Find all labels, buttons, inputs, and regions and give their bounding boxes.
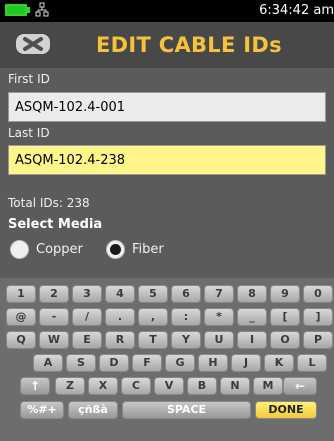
accents-key[interactable]: çñßà [68,401,118,419]
key[interactable]: 9 [270,285,300,303]
key[interactable]: F [132,354,162,372]
key[interactable]: A [33,354,63,372]
done-key[interactable]: DONE [255,401,317,419]
battery-tip-icon [27,7,30,13]
key[interactable]: T [138,331,168,349]
key[interactable]: J [231,354,261,372]
back-button[interactable] [16,34,50,54]
key[interactable]: 7 [204,285,234,303]
fiber-radio[interactable] [106,240,125,259]
key[interactable]: 2 [39,285,69,303]
key[interactable]: P [303,331,333,349]
space-key[interactable]: SPACE [122,401,251,419]
key[interactable]: M [253,377,283,395]
last-id-label: Last ID [8,126,50,140]
key[interactable]: D [99,354,129,372]
status-bar: 6:34:42 am [0,0,334,22]
key[interactable]: V [154,377,184,395]
key[interactable]: N [220,377,250,395]
key[interactable]: Z [55,377,85,395]
key[interactable]: Y [171,331,201,349]
key[interactable]: : [171,308,201,326]
key[interactable]: * [204,308,234,326]
title-bar: EDIT CABLE IDs [0,22,334,68]
total-ids: Total IDs: 238 [8,196,90,210]
key[interactable]: [ [270,308,300,326]
key[interactable]: / [72,308,102,326]
key[interactable]: X [88,377,118,395]
key[interactable]: - [39,308,69,326]
key[interactable]: S [66,354,96,372]
shift-key[interactable]: ↑ [20,377,50,395]
key[interactable]: @ [6,308,36,326]
key[interactable]: , [138,308,168,326]
key[interactable]: B [187,377,217,395]
key[interactable]: R [105,331,135,349]
key[interactable]: 4 [105,285,135,303]
key[interactable]: L [297,354,327,372]
key[interactable]: W [39,331,69,349]
keyboard: 1 2 3 4 5 6 7 8 9 0 @ - /.,: * _[] Q W E R T Y U I O P A S D F G H J K L Z… [0,278,334,441]
fiber-radio-label[interactable]: Fiber [132,242,164,257]
first-id-field[interactable]: ASQM-102.4-001 [8,92,326,122]
network-icon [35,2,49,17]
copper-radio-label[interactable]: Copper [36,242,83,257]
key[interactable]: H [198,354,228,372]
first-id-label: First ID [8,72,50,86]
key[interactable]: K [264,354,294,372]
key[interactable]: O [270,331,300,349]
clock: 6:34:42 am [259,3,334,18]
key[interactable]: 1 [6,285,36,303]
key[interactable]: . [105,308,135,326]
key[interactable]: ] [303,308,333,326]
key[interactable]: 6 [171,285,201,303]
key[interactable]: 8 [237,285,267,303]
key[interactable]: 5 [138,285,168,303]
key[interactable]: G [165,354,195,372]
back-x-icon [23,37,43,51]
page-title: EDIT CABLE IDs [96,33,282,57]
key[interactable]: 3 [72,285,102,303]
key[interactable]: U [204,331,234,349]
key[interactable]: I [237,331,267,349]
key[interactable]: 0 [303,285,333,303]
key[interactable]: E [72,331,102,349]
last-id-field[interactable]: ASQM-102.4-238 [8,145,326,175]
key[interactable]: Q [6,331,36,349]
key[interactable]: _ [237,308,267,326]
copper-radio[interactable] [10,240,29,259]
battery-icon [5,4,27,16]
symbols-key[interactable]: %#+ [20,401,64,419]
backspace-key[interactable]: ← [283,377,317,395]
key[interactable]: C [121,377,151,395]
select-media-label: Select Media [8,217,103,232]
